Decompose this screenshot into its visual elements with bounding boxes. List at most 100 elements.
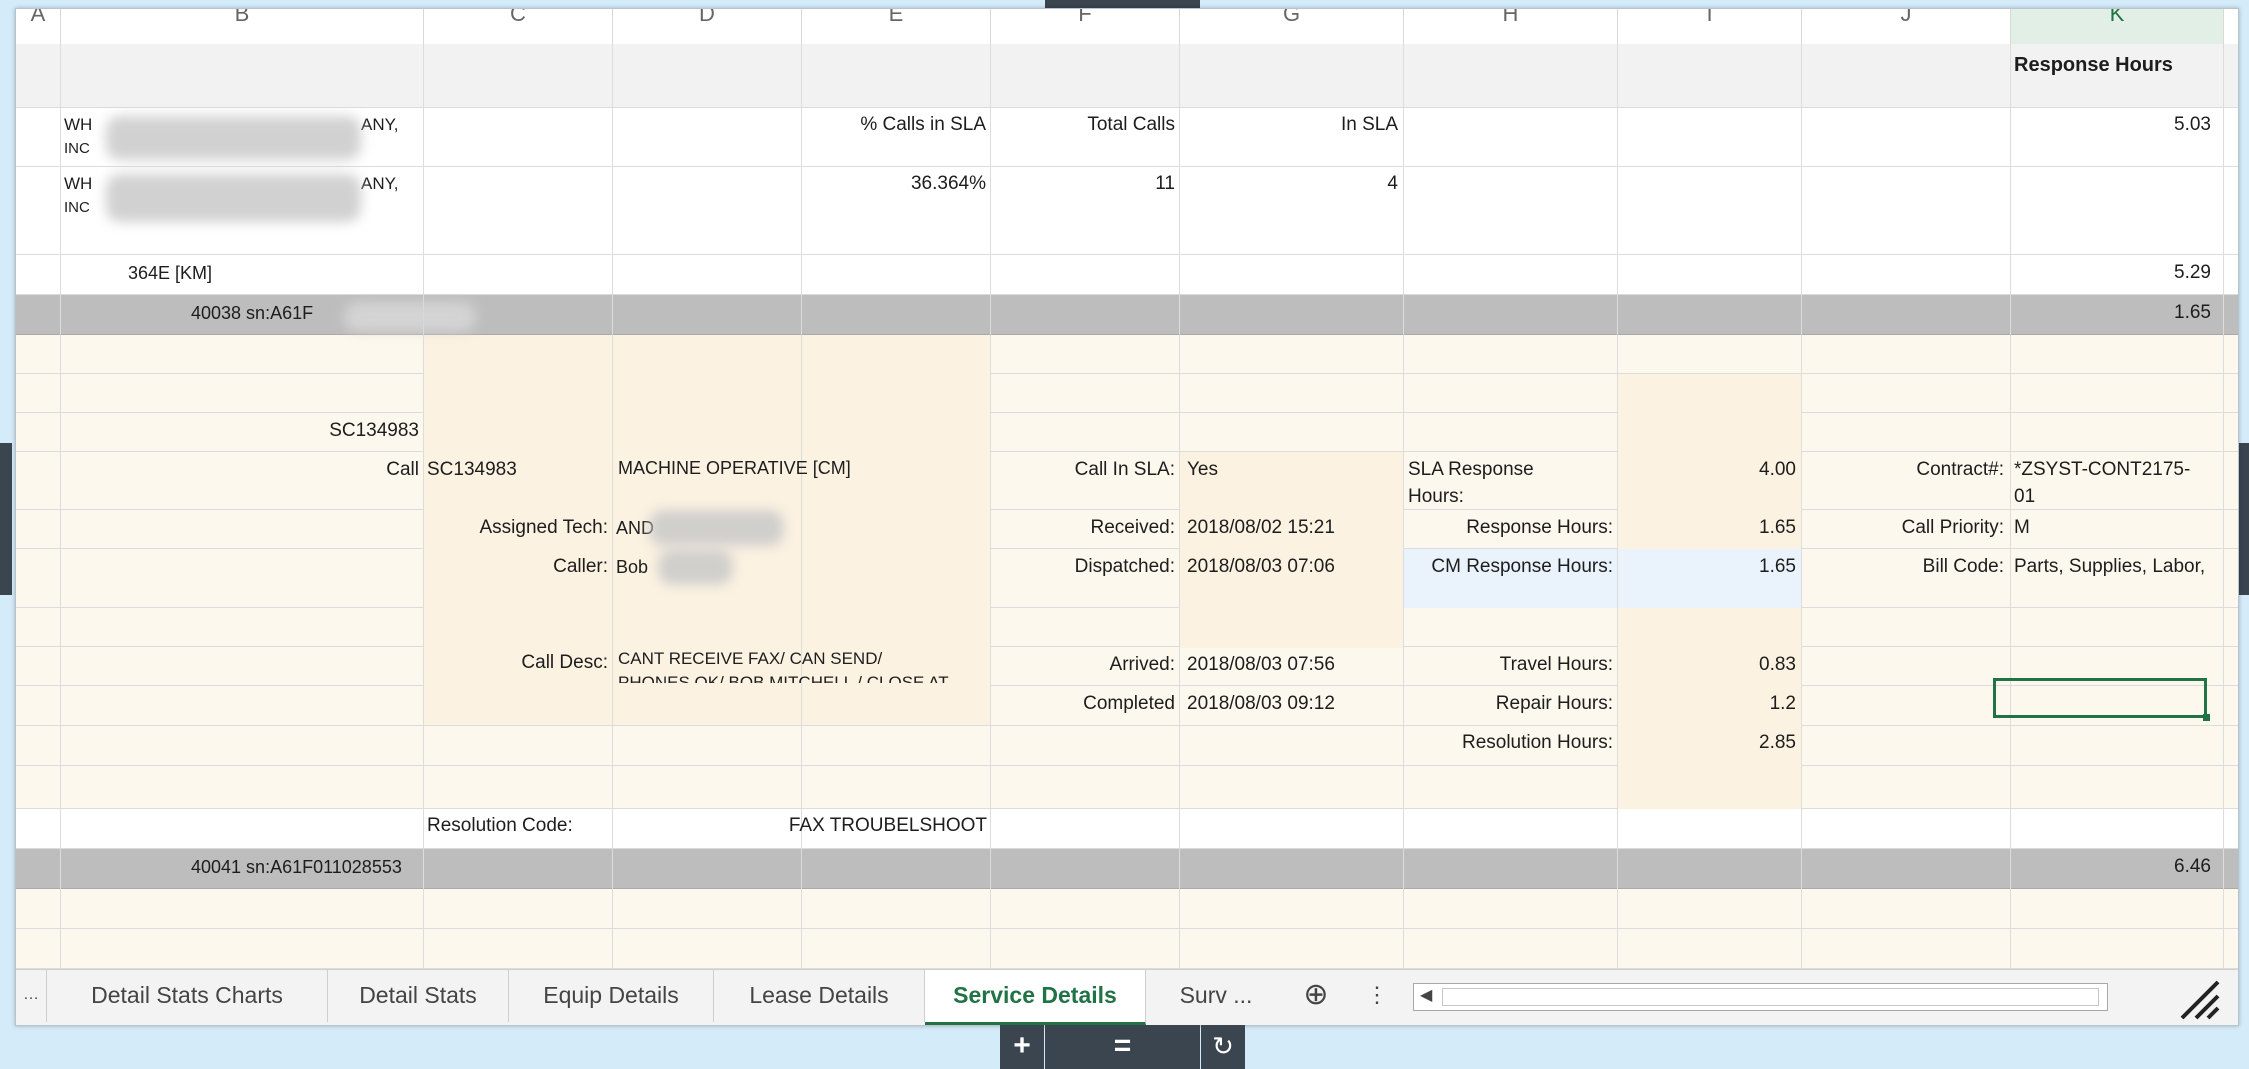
tab-detail-stats[interactable]: Detail Stats (328, 970, 509, 1022)
tab-service-details[interactable]: Service Details (925, 970, 1146, 1025)
cell-grid[interactable]: Response Hours WH ANY, INC % Calls in SL… (16, 44, 2238, 969)
left-handle[interactable] (0, 443, 12, 595)
add-sheet-icon[interactable]: ⊕ (1296, 970, 1336, 1022)
call-value: SC134983 (427, 459, 517, 480)
desc-line-1: CANT RECEIVE FAX/ CAN SEND/ (618, 649, 883, 668)
tab-equip-details[interactable]: Equip Details (509, 970, 714, 1022)
contract-label: Contract#: (1916, 459, 2004, 480)
gridline (1617, 44, 1618, 969)
column-headers: A B C D E F G H I J K (16, 9, 2238, 47)
zoom-in-button[interactable]: + (1000, 1025, 1044, 1069)
pct-calls-label: % Calls in SLA (860, 114, 986, 135)
received-label: Received: (1090, 517, 1176, 538)
tab-scroll-left[interactable]: … (16, 970, 47, 1022)
col-header-a[interactable]: A (16, 9, 61, 44)
company-inc: INC (64, 140, 90, 157)
total-calls-value: 11 (1155, 173, 1175, 194)
company-name-end: ANY, (361, 115, 399, 134)
tech-label: Assigned Tech: (479, 517, 608, 538)
serial-label: 40038 sn:A61F (191, 303, 314, 323)
in-sla-detail-value: Yes (1187, 459, 1218, 480)
priority-value: M (2014, 517, 2030, 538)
redaction (344, 302, 476, 332)
gridline (1403, 44, 1404, 969)
row-line (16, 608, 2238, 647)
desc-label: Call Desc: (521, 652, 608, 673)
redaction (106, 174, 361, 222)
k2-value: 5.03 (2174, 114, 2211, 135)
dispatched-label: Dispatched: (1074, 556, 1175, 577)
tab-survey[interactable]: Surv ... (1146, 970, 1286, 1022)
k5-value: 1.65 (2174, 302, 2211, 323)
gridline (2223, 44, 2224, 969)
completed-label: Completed (1083, 693, 1175, 714)
bill-code-label: Bill Code: (1922, 556, 2004, 577)
travel-hours-value: 0.83 (1759, 654, 1796, 675)
col-header-j[interactable]: J (1802, 9, 2011, 44)
col-header-e[interactable]: E (802, 9, 991, 44)
gridline (1801, 44, 1802, 969)
row-line (16, 766, 2238, 809)
sla-response-label-2: Hours: (1408, 486, 1464, 507)
caller-value: Bob (616, 557, 649, 577)
gridline (2010, 44, 2011, 969)
in-sla-value: 4 (1387, 173, 1398, 194)
col-header-c[interactable]: C (424, 9, 613, 44)
resolution-hours-label: Resolution Hours: (1461, 732, 1613, 753)
in-sla-detail-label: Call In SLA: (1074, 459, 1175, 480)
col-header-d[interactable]: D (613, 9, 802, 44)
pct-calls-value: 36.364% (910, 173, 986, 194)
in-sla-label: In SLA (1340, 114, 1398, 135)
caller-label: Caller: (553, 556, 608, 577)
desc-line-2: PHONES OK/ BOB MITCHELL / CLOSE AT (618, 673, 949, 683)
sheet-tab-bar: … Detail Stats Charts Detail Stats Equip… (16, 969, 2238, 1025)
col-header-k[interactable]: K (2011, 9, 2224, 47)
row-4 (16, 255, 2238, 295)
bill-code-value: Parts, Supplies, Labor, (2014, 556, 2206, 577)
horizontal-scrollbar[interactable]: ◀ (1413, 983, 2108, 1011)
k4-value: 5.29 (2174, 262, 2211, 283)
row-line (16, 726, 2238, 766)
refresh-button[interactable]: ↻ (1201, 1025, 1245, 1069)
redaction (106, 116, 361, 160)
call-status: MACHINE OPERATIVE [CM] (618, 458, 851, 478)
repair-hours-value: 1.2 (1769, 693, 1796, 714)
next-k-value: 6.46 (2174, 856, 2211, 877)
response-hours-value: 1.65 (1759, 517, 1796, 538)
scroll-left-icon[interactable]: ◀ (1420, 985, 1432, 1005)
dispatched-value: 2018/08/03 07:06 (1187, 556, 1335, 577)
next-serial-label: 40041 sn:A61F011028553 (191, 857, 402, 877)
company-name: WH (64, 174, 93, 193)
col-header-h[interactable]: H (1404, 9, 1618, 44)
repair-hours-label: Repair Hours: (1495, 693, 1613, 714)
tab-bar-splitter[interactable]: ⋮ (1366, 970, 1388, 1022)
cm-response-value: 1.65 (1759, 556, 1796, 577)
travel-hours-label: Travel Hours: (1499, 654, 1613, 675)
row-1 (16, 44, 2238, 108)
spreadsheet-window: A B C D E F G H I J K Response Hours WH … (15, 8, 2239, 1026)
scroll-thumb[interactable] (1442, 988, 2099, 1006)
arrived-value: 2018/08/03 07:56 (1187, 654, 1335, 675)
priority-label: Call Priority: (1901, 517, 2004, 538)
col-header-b[interactable]: B (61, 9, 424, 44)
col-header-i[interactable]: I (1618, 9, 1802, 44)
row-line (16, 335, 2238, 374)
call-label: Call (386, 459, 419, 480)
menu-handle-button[interactable]: = (1045, 1025, 1200, 1069)
resolution-code-label: Resolution Code: (427, 815, 573, 836)
resolution-hours-value: 2.85 (1759, 732, 1796, 753)
redaction (649, 510, 784, 546)
company-name-end: ANY, (361, 174, 399, 193)
col-header-g[interactable]: G (1180, 9, 1404, 44)
model-label: 364E [KM] (128, 263, 213, 283)
selected-cell[interactable] (1993, 678, 2210, 721)
company-name: WH (64, 115, 93, 134)
tab-lease-details[interactable]: Lease Details (714, 970, 925, 1022)
cm-response-label: CM Response Hours: (1431, 556, 1613, 577)
resize-grip-icon[interactable] (2174, 974, 2222, 1022)
contract-value: *ZSYST-CONT2175- (2014, 459, 2191, 480)
received-value: 2018/08/02 15:21 (1187, 517, 1335, 538)
tab-detail-stats-charts[interactable]: Detail Stats Charts (47, 970, 328, 1022)
sla-response-value: 4.00 (1759, 459, 1796, 480)
col-header-f[interactable]: F (991, 9, 1180, 44)
